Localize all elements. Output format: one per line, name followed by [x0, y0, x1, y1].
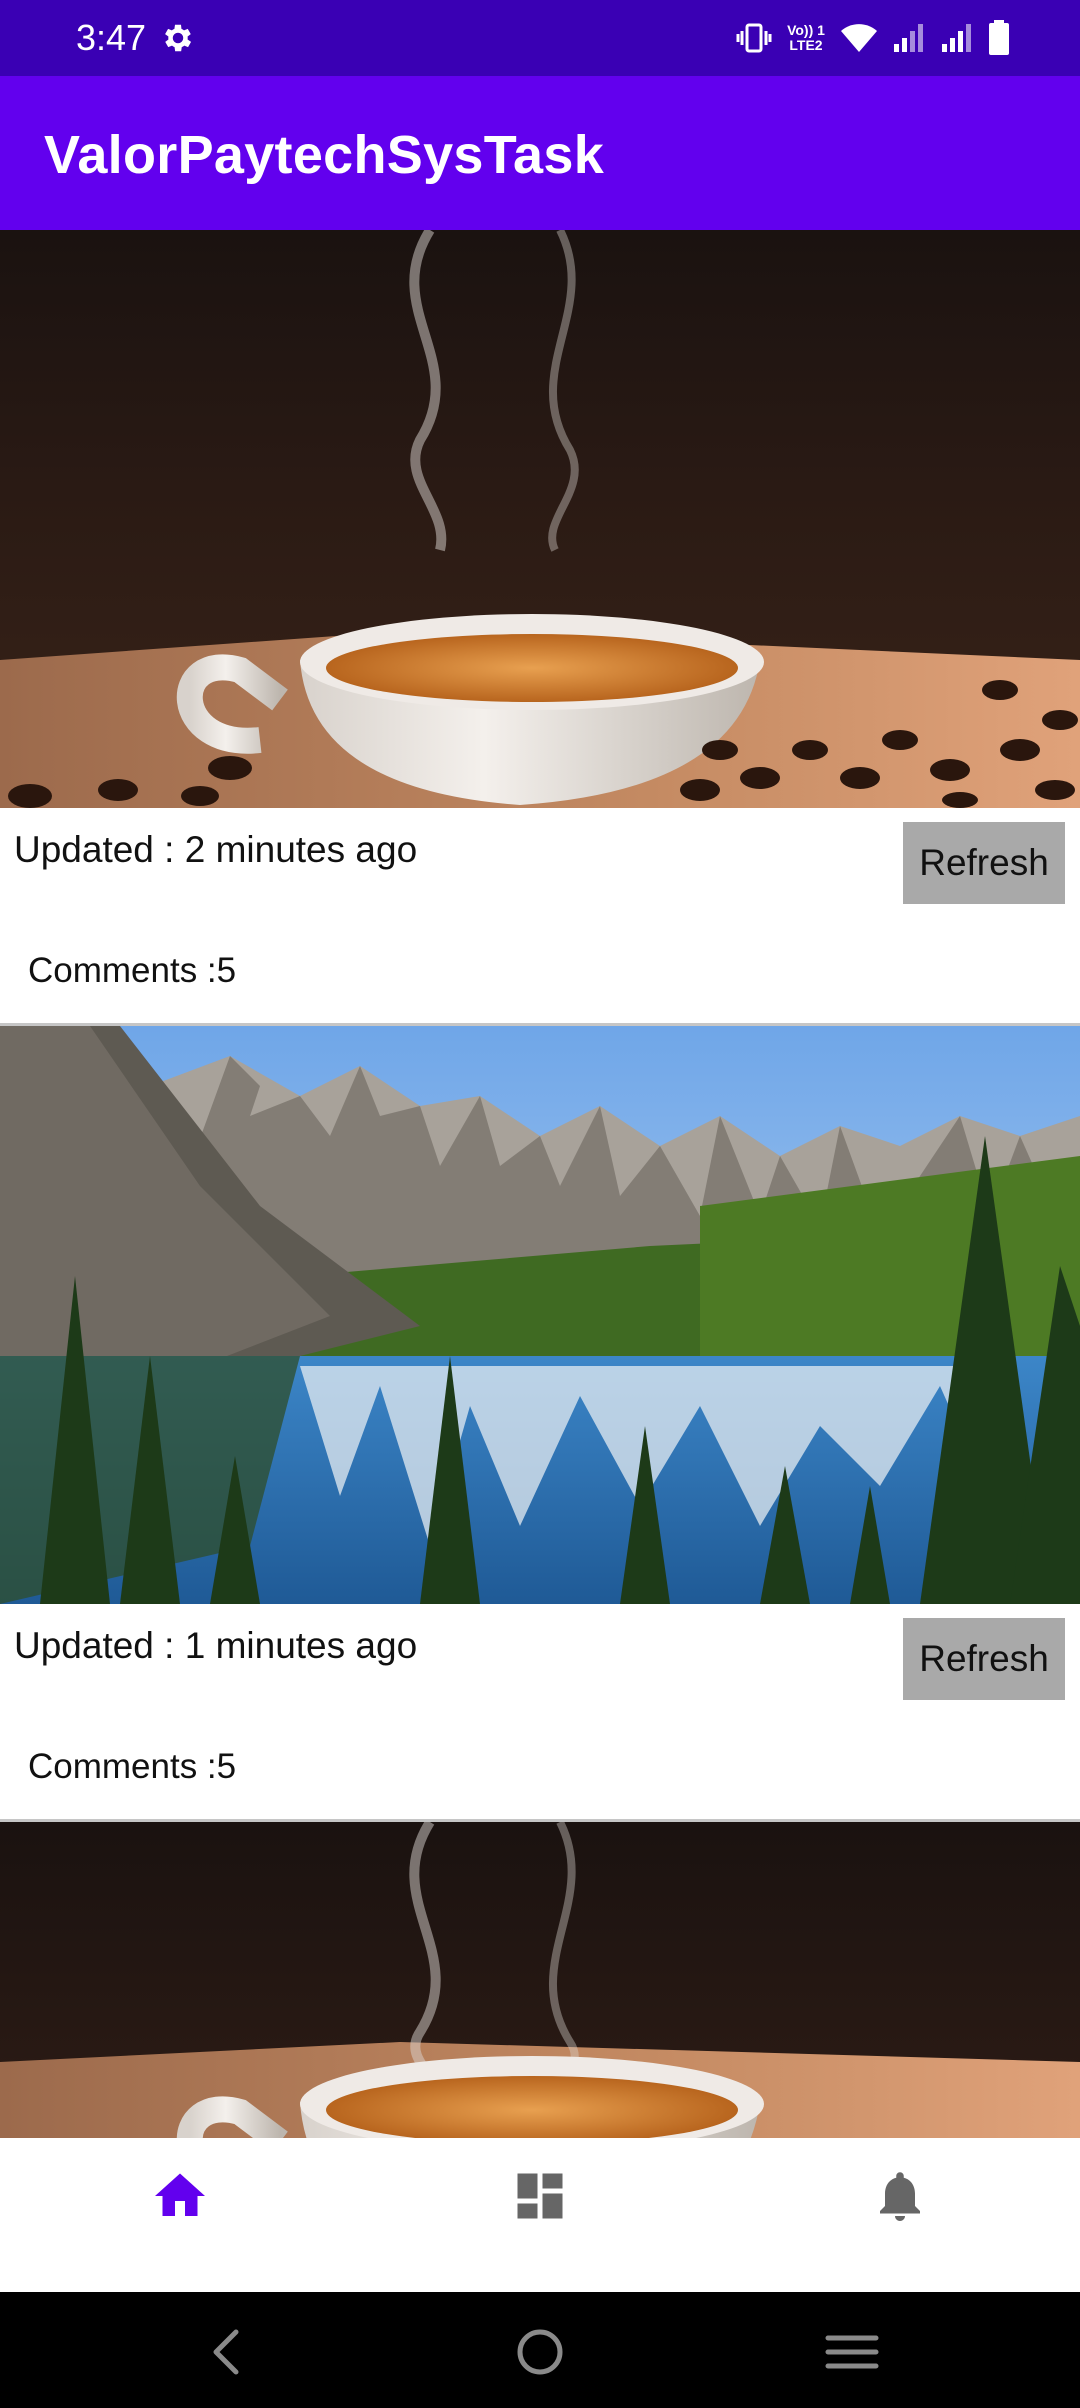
status-time: 3:47 [76, 17, 147, 58]
signal-icon [942, 24, 971, 52]
feed-list[interactable]: Updated : 2 minutes ago Refresh Comments… [0, 230, 1080, 2138]
feed-card: Updated : 1 minutes ago Refresh Comments… [0, 1026, 1080, 1822]
nav-home[interactable] [0, 2138, 360, 2292]
nav-dashboard[interactable] [360, 2138, 720, 2292]
dashboard-icon [517, 2173, 563, 2219]
nav-notifications[interactable] [720, 2138, 1080, 2292]
status-bar: 3:47 Vo)) 1 LTE2 [0, 0, 1080, 76]
mountain-lake-image [0, 1026, 1080, 1604]
wifi-icon [841, 24, 877, 52]
coffee-cup-image [0, 1822, 1080, 2138]
battery-icon [989, 20, 1009, 55]
bottom-navigation [0, 2138, 1080, 2292]
home-circle-icon[interactable] [510, 2322, 570, 2382]
refresh-button[interactable]: Refresh [903, 822, 1065, 904]
coffee-cup-image [0, 230, 1080, 808]
refresh-button[interactable]: Refresh [903, 1618, 1065, 1700]
home-icon [155, 2173, 205, 2216]
app-screen: 3:47 Vo)) 1 LTE2 ValorPaytechSysTask Upd… [0, 0, 1080, 2408]
vibrate-icon [736, 23, 772, 53]
notifications-bell-icon [880, 2172, 920, 2221]
back-icon[interactable] [198, 2322, 258, 2382]
volte-icon: Vo)) 1 LTE2 [786, 23, 826, 53]
menu-icon[interactable] [822, 2322, 882, 2382]
signal-icon [894, 24, 923, 52]
comments-count[interactable]: Comments :5 [28, 950, 236, 992]
system-navigation-bar [0, 2292, 1080, 2408]
updated-timestamp: Updated : 1 minutes ago [14, 1625, 418, 1666]
updated-timestamp: Updated : 2 minutes ago [14, 829, 418, 870]
app-title: ValorPaytechSysTask [44, 125, 605, 185]
volte-line1: Vo)) 1 [787, 22, 825, 38]
comments-count[interactable]: Comments :5 [28, 1746, 236, 1788]
volte-line2: LTE2 [789, 37, 823, 53]
settings-gear-icon [165, 24, 192, 52]
status-icons: Vo)) 1 LTE2 [736, 18, 1010, 58]
feed-card: Updated : 2 minutes ago Refresh Comments… [0, 230, 1080, 1026]
app-bar: ValorPaytechSysTask [0, 76, 1080, 230]
feed-card [0, 1822, 1080, 2138]
